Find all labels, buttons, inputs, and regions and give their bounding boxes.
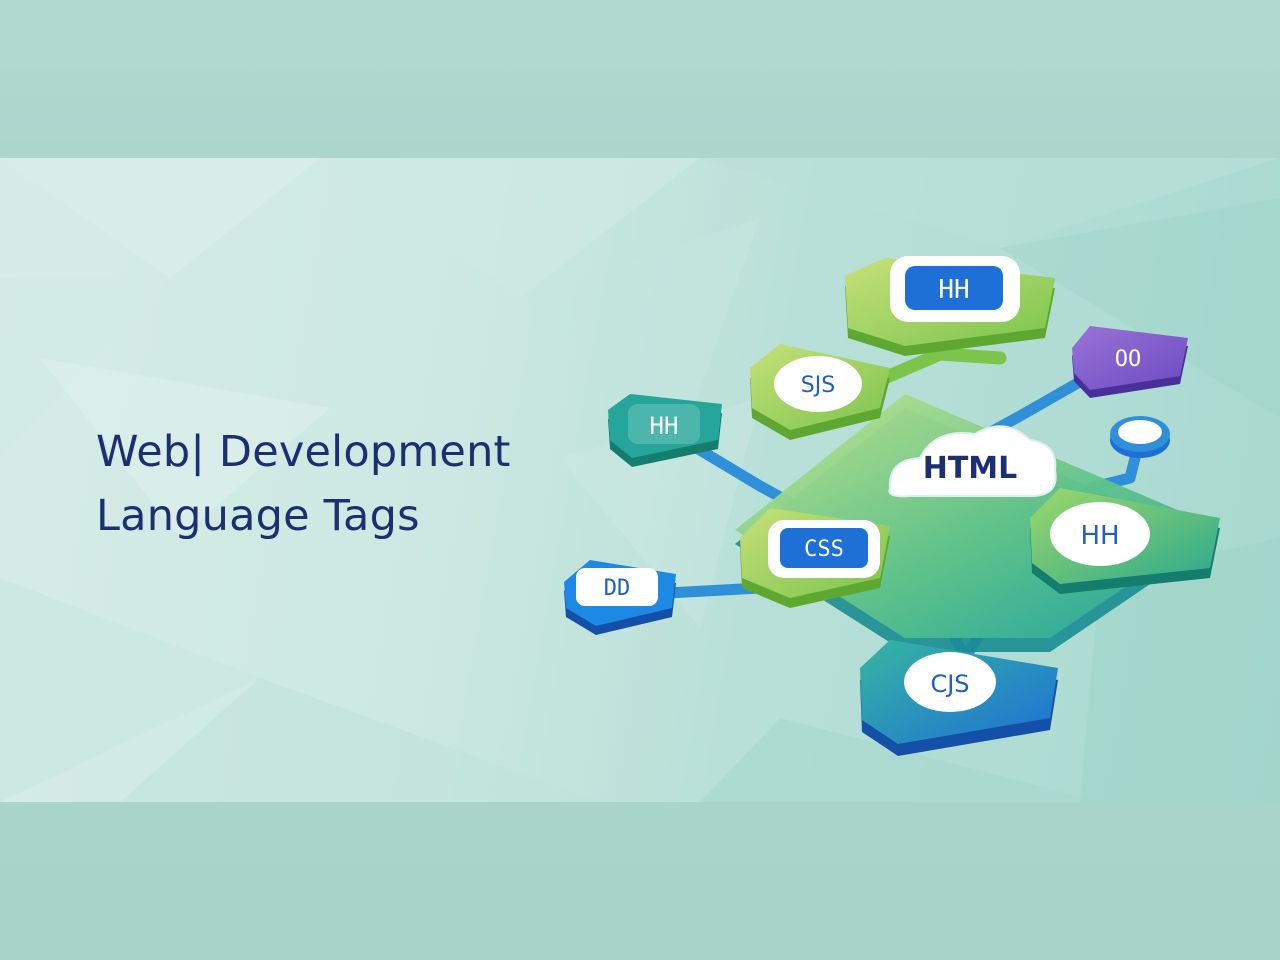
- html-label: HTML: [923, 451, 1018, 486]
- tag-node-lower-left: DD: [564, 560, 676, 635]
- tag-node-purple: OO: [1072, 326, 1188, 398]
- tag-node-lower-left-glyph: DD: [604, 576, 631, 601]
- tag-node-purple-glyph: OO: [1115, 347, 1142, 372]
- connector-endpoint-circle: [1110, 416, 1170, 458]
- tag-network-diagram: HTML HH SJS OO HH CSS HH CJS DD: [564, 256, 1220, 756]
- page: Web| Development Language Tags HTML HH S…: [0, 0, 1280, 960]
- bottom-band: [0, 802, 1280, 960]
- top-band: [0, 0, 1280, 158]
- tag-node-middle-glyph: CSS: [804, 537, 844, 562]
- tag-node-bottom-glyph: CJS: [930, 670, 969, 698]
- hero-banner: Web| Development Language Tags HTML HH S…: [0, 158, 1280, 802]
- tag-node-left-glyph: HH: [650, 412, 679, 440]
- tag-node-bottom: CJS: [860, 640, 1058, 756]
- tag-node-right: HH: [1030, 488, 1220, 594]
- tag-node-upper-left-glyph: SJS: [801, 373, 835, 398]
- tag-node-top-glyph: HH: [938, 275, 969, 305]
- tag-node-top: HH: [845, 256, 1055, 356]
- tag-node-right-glyph: HH: [1080, 521, 1119, 551]
